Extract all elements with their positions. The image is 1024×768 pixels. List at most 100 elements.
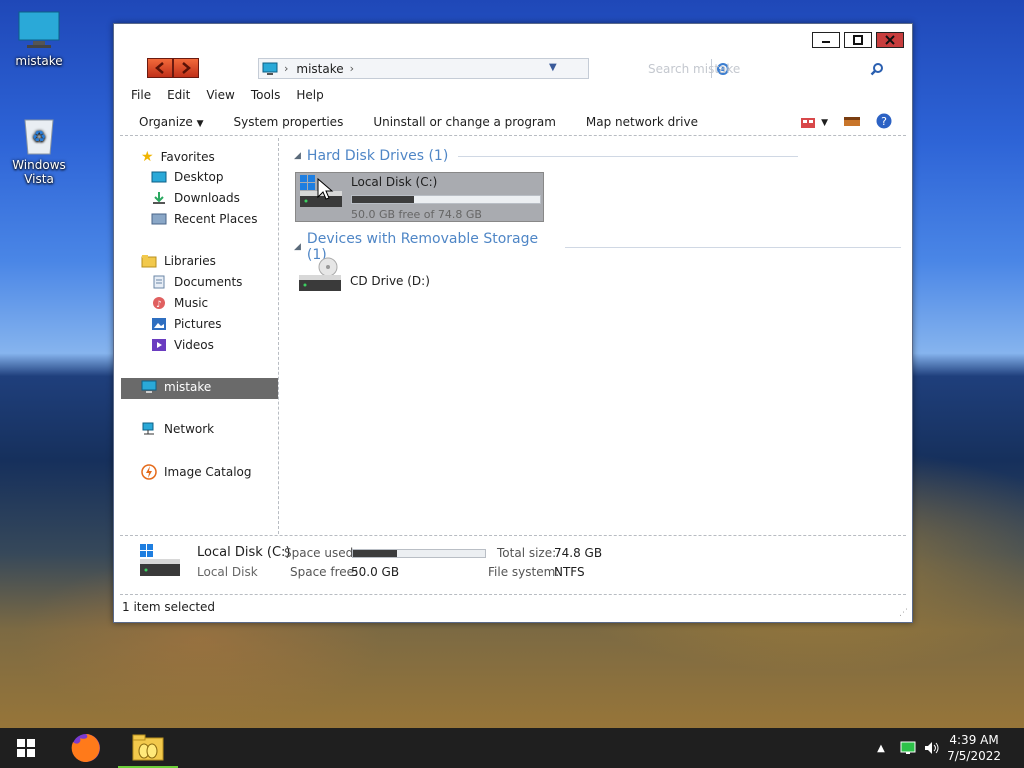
details-type: Local Disk bbox=[197, 565, 258, 579]
view-options-button[interactable]: ▼ bbox=[801, 117, 828, 129]
computer-icon bbox=[262, 62, 278, 75]
nav-label: Pictures bbox=[174, 317, 222, 331]
nav-pictures[interactable]: Pictures bbox=[151, 317, 222, 331]
search-input[interactable]: Search mistake bbox=[634, 62, 870, 76]
group-header-hard-disks[interactable]: ◢ Hard Disk Drives (1) bbox=[294, 148, 799, 164]
nav-documents[interactable]: Documents bbox=[151, 275, 242, 289]
nav-recent-places[interactable]: Recent Places bbox=[151, 212, 257, 226]
file-system-value: NTFS bbox=[554, 565, 585, 579]
svg-text:♻: ♻ bbox=[32, 127, 46, 146]
details-usage-fill bbox=[353, 550, 397, 557]
address-dropdown-icon[interactable]: ▼ bbox=[549, 62, 557, 73]
start-button[interactable] bbox=[0, 728, 52, 768]
libraries-icon bbox=[141, 255, 157, 268]
svg-text:?: ? bbox=[881, 115, 887, 128]
map-network-drive-button[interactable]: Map network drive bbox=[586, 115, 698, 129]
windows-logo-icon bbox=[17, 739, 35, 757]
cd-drive-icon bbox=[295, 255, 347, 303]
desktop-icon bbox=[151, 171, 167, 183]
clock[interactable]: 4:39 AM 7/5/2022 bbox=[947, 732, 1001, 764]
preview-pane-button[interactable] bbox=[844, 115, 860, 130]
desktop-icon-computer[interactable]: mistake bbox=[0, 10, 79, 68]
nav-desktop[interactable]: Desktop bbox=[151, 170, 224, 184]
chevron-down-icon: ▼ bbox=[821, 117, 828, 128]
collapse-triangle-icon: ◢ bbox=[294, 151, 301, 161]
collapse-triangle-icon: ◢ bbox=[294, 242, 301, 252]
system-properties-button[interactable]: System properties bbox=[234, 115, 344, 129]
uninstall-program-button[interactable]: Uninstall or change a program bbox=[373, 115, 556, 129]
nav-label: Recent Places bbox=[174, 212, 258, 226]
search-icon[interactable] bbox=[870, 62, 884, 76]
tray-volume[interactable] bbox=[922, 728, 942, 768]
search-box[interactable]: Search mistake bbox=[634, 58, 884, 79]
drive-free-space: 50.0 GB free of 74.8 GB bbox=[351, 208, 482, 221]
nav-arrows bbox=[147, 58, 199, 78]
back-arrow-icon bbox=[155, 62, 164, 74]
close-button[interactable] bbox=[876, 32, 904, 48]
chevron-up-icon: ▲ bbox=[877, 742, 885, 754]
toolbar-divider bbox=[120, 135, 906, 136]
drive-tile-local-disk-c[interactable]: Local Disk (C:) 50.0 GB free of 74.8 GB bbox=[295, 172, 544, 222]
image-catalog-icon bbox=[141, 464, 157, 480]
space-used-label: Space used: bbox=[284, 546, 358, 560]
drive-name: CD Drive (D:) bbox=[350, 274, 430, 288]
nav-computer[interactable]: mistake bbox=[141, 380, 211, 394]
organize-label: Organize bbox=[139, 115, 193, 129]
menu-file[interactable]: File bbox=[131, 88, 151, 102]
organize-button[interactable]: Organize ▼ bbox=[139, 115, 204, 129]
nav-label: Network bbox=[164, 422, 215, 436]
nav-libraries[interactable]: Libraries bbox=[141, 254, 216, 268]
star-icon: ★ bbox=[141, 149, 154, 165]
nav-label: Documents bbox=[174, 275, 243, 289]
minimize-button[interactable] bbox=[812, 32, 840, 48]
address-bar[interactable]: › mistake › ▼ bbox=[258, 58, 729, 79]
nav-label: Videos bbox=[174, 338, 214, 352]
breadcrumb-chevron-icon[interactable]: › bbox=[350, 62, 354, 75]
nav-label: Desktop bbox=[174, 170, 224, 184]
space-free-value: 50.0 GB bbox=[351, 565, 400, 579]
speaker-icon bbox=[925, 742, 939, 754]
nav-network[interactable]: Network bbox=[141, 422, 214, 436]
menu-help[interactable]: Help bbox=[296, 88, 323, 102]
drive-usage-bar bbox=[351, 195, 541, 204]
taskbar-file-explorer[interactable] bbox=[118, 728, 178, 768]
clock-date: 7/5/2022 bbox=[947, 749, 1001, 763]
menu-tools[interactable]: Tools bbox=[251, 88, 281, 102]
space-free-label: Space free: bbox=[290, 565, 359, 579]
breadcrumb-chevron-icon[interactable]: › bbox=[284, 62, 288, 75]
minimize-icon bbox=[822, 41, 830, 43]
status-bar-text: 1 item selected bbox=[122, 600, 216, 614]
svg-text:♪: ♪ bbox=[156, 300, 162, 310]
forward-button[interactable] bbox=[173, 58, 199, 78]
drive-tile-cd-drive-d[interactable]: CD Drive (D:) bbox=[295, 255, 542, 303]
nav-label: Libraries bbox=[164, 254, 216, 268]
help-button[interactable]: ? bbox=[876, 113, 892, 132]
taskbar-firefox[interactable] bbox=[62, 728, 110, 768]
command-bar: Organize ▼ System properties Uninstall o… bbox=[114, 109, 912, 135]
music-icon: ♪ bbox=[153, 297, 165, 310]
nav-label: mistake bbox=[164, 380, 212, 394]
hard-drive-icon bbox=[138, 542, 182, 583]
status-divider bbox=[120, 594, 906, 595]
show-hidden-icons-button[interactable]: ▲ bbox=[872, 728, 890, 768]
nav-favorites[interactable]: ★ Favorites bbox=[141, 149, 215, 165]
details-pane: Local Disk (C:) Local Disk Space used: S… bbox=[120, 535, 906, 593]
maximize-button[interactable] bbox=[844, 32, 872, 48]
nav-videos[interactable]: Videos bbox=[151, 338, 214, 352]
menu-edit[interactable]: Edit bbox=[167, 88, 190, 102]
details-name: Local Disk (C:) bbox=[197, 545, 291, 560]
tray-network[interactable] bbox=[898, 728, 918, 768]
nav-image-catalog[interactable]: Image Catalog bbox=[141, 464, 251, 480]
close-icon bbox=[885, 35, 895, 45]
nav-label: Downloads bbox=[174, 191, 240, 205]
resize-grip-icon[interactable]: ⋰ bbox=[899, 608, 908, 618]
nav-downloads[interactable]: Downloads bbox=[151, 191, 240, 205]
download-icon bbox=[153, 192, 165, 204]
breadcrumb-location[interactable]: mistake bbox=[296, 62, 343, 76]
pictures-icon bbox=[152, 318, 166, 330]
desktop-icon-recycle-bin[interactable]: ♻ Windows Vista bbox=[0, 114, 79, 186]
menu-view[interactable]: View bbox=[206, 88, 234, 102]
back-button[interactable] bbox=[147, 58, 173, 78]
nav-music[interactable]: ♪ Music bbox=[151, 296, 208, 310]
command-bar-right: ▼ ? bbox=[801, 113, 892, 132]
